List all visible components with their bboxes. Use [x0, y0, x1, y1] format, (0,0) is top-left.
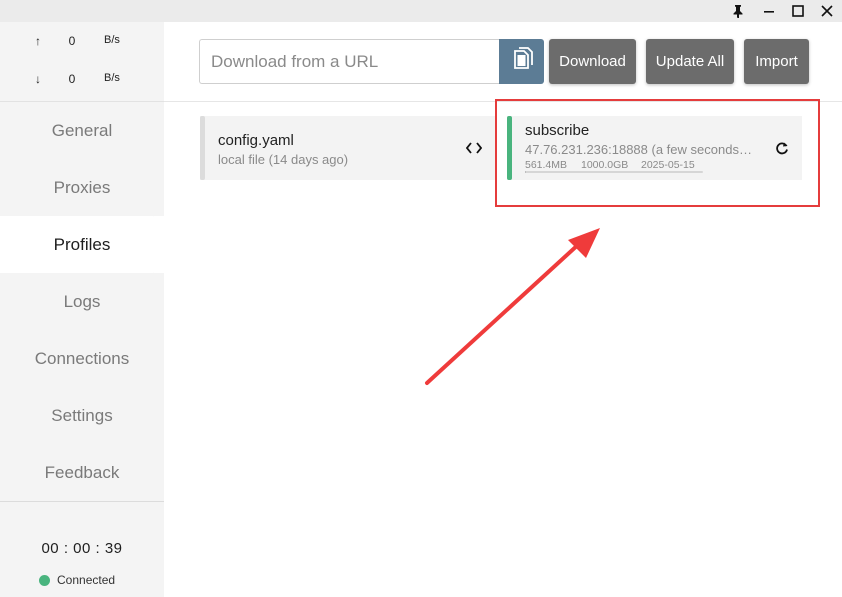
upload-speed: ↑ 0 B/s [0, 34, 164, 54]
nav-settings[interactable]: Settings [0, 387, 164, 444]
upload-unit: B/s [104, 34, 120, 46]
download-value: 0 [68, 72, 76, 86]
copy-paste-icon [511, 47, 533, 76]
url-input[interactable] [199, 39, 499, 84]
download-unit: B/s [104, 72, 120, 84]
nav-profiles[interactable]: Profiles [0, 216, 164, 273]
nav-connections[interactable]: Connections [0, 330, 164, 387]
maximize-icon[interactable] [783, 0, 813, 22]
sidebar-divider [0, 501, 164, 502]
paste-button[interactable] [499, 39, 544, 84]
status-text: Connected [57, 573, 116, 587]
download-speed: ↓ 0 B/s [0, 72, 164, 92]
status-dot-icon [39, 574, 50, 586]
sidebar: ↑ 0 B/s ↓ 0 B/s General Proxies Profiles… [0, 22, 164, 597]
annotation-highlight-box [495, 99, 820, 207]
close-icon[interactable] [812, 0, 842, 22]
upload-arrow-icon: ↑ [35, 34, 41, 48]
pin-icon[interactable] [723, 0, 753, 22]
active-tab-connector [154, 216, 164, 273]
import-button[interactable]: Import [744, 39, 809, 84]
nav-feedback[interactable]: Feedback [0, 444, 164, 501]
title-bar [0, 0, 842, 22]
profile-subtitle: local file (14 days ago) [218, 152, 349, 167]
download-button[interactable]: Download [549, 39, 636, 84]
traffic-panel: ↑ 0 B/s ↓ 0 B/s [0, 22, 164, 102]
update-all-button[interactable]: Update All [646, 39, 734, 84]
nav-logs[interactable]: Logs [0, 273, 164, 330]
download-arrow-icon: ↓ [35, 72, 41, 86]
nav-proxies[interactable]: Proxies [0, 159, 164, 216]
upload-value: 0 [68, 34, 76, 48]
profile-name: config.yaml [218, 132, 294, 149]
connection-status: Connected [39, 573, 115, 587]
minimize-icon[interactable] [754, 0, 784, 22]
nav-general[interactable]: General [0, 102, 164, 159]
code-edit-icon[interactable] [463, 138, 485, 158]
profile-card-config[interactable]: config.yaml local file (14 days ago) [200, 116, 495, 180]
profile-select-bar [200, 116, 205, 180]
uptime-timer: 00 : 00 : 39 [41, 540, 123, 557]
